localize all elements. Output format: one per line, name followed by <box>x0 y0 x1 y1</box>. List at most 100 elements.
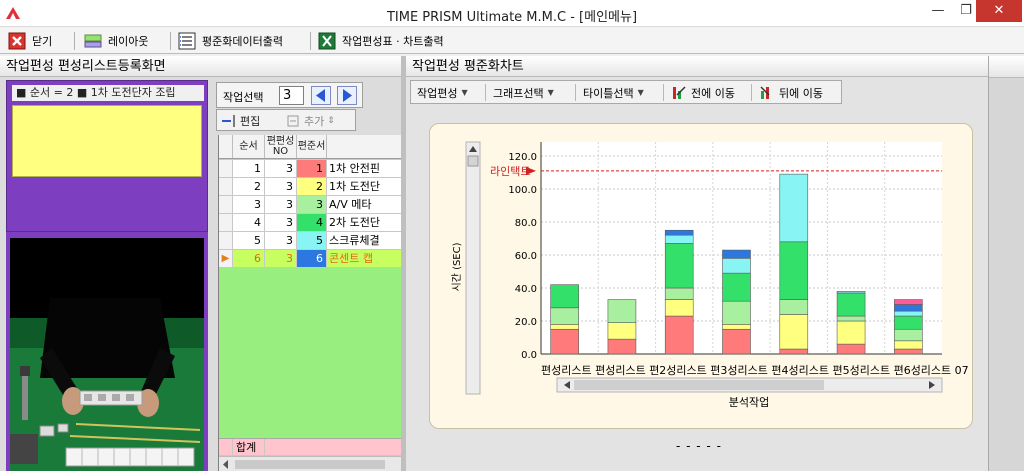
bar-segment <box>722 272 751 302</box>
cell-no: 3 <box>265 232 297 249</box>
chevron-down-icon: ⇕ <box>327 115 335 126</box>
cell-seq: 5 <box>297 232 327 249</box>
work-select-label: 작업선택 <box>223 91 264 104</box>
edit-minus-icon <box>222 114 235 127</box>
cell-order: 3 <box>233 196 265 213</box>
grid-horizontal-scrollbar[interactable] <box>219 456 402 471</box>
work-list-grid: 순서 편편성NO 편준서 1 3 1 1차 안전핀 2 3 2 1차 도전단 3 3 3 A/V 메타… <box>218 135 402 471</box>
bar-segment <box>550 284 579 309</box>
cell-no: 3 <box>265 160 297 177</box>
balancing-chart-panel: 작업편성 평준화차트 작업편성 ▼ 그래프선택 ▼ 타이틀선택 ▼ 전에 이동 <box>406 56 988 471</box>
row-selector-header <box>219 135 233 158</box>
table-row[interactable]: 1 3 1 1차 안전핀 <box>219 160 402 178</box>
bar-segment <box>836 291 866 294</box>
cell-seq: 6 <box>297 250 327 267</box>
table-row[interactable]: ▶ 6 3 6 콘센트 캡 <box>219 250 402 268</box>
next-work-arrow-icon[interactable] <box>337 86 357 105</box>
cell-no: 3 <box>265 196 297 213</box>
work-video[interactable] <box>10 238 204 471</box>
table-row[interactable]: 5 3 5 스크류체결 <box>219 232 402 250</box>
chart-vertical-scrollbar[interactable] <box>465 141 481 395</box>
side-panel-edge <box>988 56 1024 471</box>
move-previous-label: 전에 이동 <box>691 86 735 100</box>
bar-segment <box>550 307 579 325</box>
title-select-dropdown[interactable]: 타이틀선택 ▼ <box>583 84 644 101</box>
bar-segment <box>779 348 809 355</box>
bar-segment <box>894 340 923 350</box>
bar-segment <box>722 258 751 274</box>
bar-segment <box>894 315 923 330</box>
chart-card: 시간 (SEC) 0.0 20.0 40.0 60.0 80.0 100.0 120.0 라… <box>429 123 973 429</box>
cell-no: 3 <box>265 250 297 267</box>
cell-name: 스크류체결 <box>327 232 402 249</box>
move-next-button[interactable]: 뒤에 이동 <box>759 84 823 101</box>
video-frame <box>6 232 208 471</box>
row-selector <box>219 178 233 195</box>
bar-segment <box>550 324 579 330</box>
toolbar-divider <box>74 32 75 50</box>
list-document-icon <box>178 32 196 50</box>
scroll-left-icon[interactable] <box>223 460 228 469</box>
row-selector: ▶ <box>219 250 233 267</box>
chart-output-button[interactable]: 작업편성표 · 차트출력 <box>318 31 444 51</box>
standard-data-output-button[interactable]: 평준화데이터출력 <box>178 31 283 51</box>
bar-segment <box>836 292 866 317</box>
cell-seq: 3 <box>297 196 327 213</box>
tact-arrow-icon <box>526 166 536 175</box>
edit-toolbar: 편집 추가 ⇕ <box>216 109 356 131</box>
bar-segment <box>894 299 923 305</box>
title-select-label: 타이틀선택 <box>583 86 634 100</box>
bar-segment <box>779 173 809 243</box>
close-window-button[interactable]: ✕ <box>976 0 1022 22</box>
graph-select-dropdown[interactable]: 그래프선택 ▼ <box>493 84 554 101</box>
chart-output-label: 작업편성표 · 차트출력 <box>342 35 444 48</box>
minimize-button[interactable]: — <box>924 0 952 22</box>
toolbar-divider <box>663 84 664 101</box>
toolbar-divider <box>575 84 576 101</box>
table-row[interactable]: 2 3 2 1차 도전단 <box>219 178 402 196</box>
edit-button[interactable]: 편집 <box>221 112 260 129</box>
bar-segment <box>722 300 751 325</box>
balancing-chart: 시간 (SEC) 0.0 20.0 40.0 60.0 80.0 100.0 120.0 라… <box>451 141 969 409</box>
close-label: 닫기 <box>32 35 53 48</box>
layout-label: 레이아웃 <box>108 35 149 48</box>
toolbar-divider <box>170 32 171 50</box>
y-tick-label: 40.0 <box>515 284 537 295</box>
window-title: TIME PRISM Ultimate M.M.C - [메인메뉴] <box>386 10 638 25</box>
work-plan-dropdown[interactable]: 작업편성 ▼ <box>417 84 468 101</box>
close-x-icon <box>8 32 26 50</box>
grid-header-no: 편편성NO <box>265 135 297 158</box>
row-selector <box>219 160 233 177</box>
bar-segment <box>607 322 637 340</box>
step-note-area[interactable] <box>12 105 202 177</box>
table-row[interactable]: 4 3 4 2차 도전단 <box>219 214 402 232</box>
work-select-input[interactable] <box>279 86 304 105</box>
toolbar-divider <box>485 84 486 101</box>
bar-segment <box>836 315 866 322</box>
close-button[interactable]: 닫기 <box>8 31 52 51</box>
list-registration-panel: 작업편성 편성리스트등록화면 ■ 순서 = 2 ■ 1차 도전단자 조립 작업선… <box>0 56 402 471</box>
assembly-video-image <box>10 238 204 471</box>
y-axis-ticks: 0.0 20.0 40.0 60.0 80.0 100.0 120.0 <box>508 152 537 361</box>
previous-work-arrow-icon[interactable] <box>311 86 331 105</box>
grid-header-name <box>327 135 402 158</box>
bar-segment <box>894 328 923 342</box>
add-button[interactable]: 추가 ⇕ <box>287 112 335 129</box>
left-panel-header: 작업편성 편성리스트등록화면 <box>0 56 401 77</box>
excel-icon <box>318 32 336 50</box>
cell-order: 1 <box>233 160 265 177</box>
caret-down-icon: ▼ <box>547 88 554 97</box>
layout-button[interactable]: 레이아웃 <box>84 31 148 51</box>
cell-seq: 1 <box>297 160 327 177</box>
cell-no: 3 <box>265 214 297 231</box>
table-row[interactable]: 3 3 3 A/V 메타 <box>219 196 402 214</box>
cell-name: 2차 도전단 <box>327 214 402 231</box>
right-panel-header: 작업편성 평준화차트 <box>406 56 988 77</box>
move-previous-button[interactable]: 전에 이동 <box>671 84 735 101</box>
bar-segment <box>836 320 866 345</box>
cell-order: 2 <box>233 178 265 195</box>
add-label: 추가 <box>304 114 325 128</box>
current-step-label: ■ 순서 = 2 ■ 1차 도전단자 조립 <box>12 85 204 101</box>
chart-horizontal-scrollbar[interactable] <box>556 377 943 393</box>
bar-segment <box>664 299 694 317</box>
